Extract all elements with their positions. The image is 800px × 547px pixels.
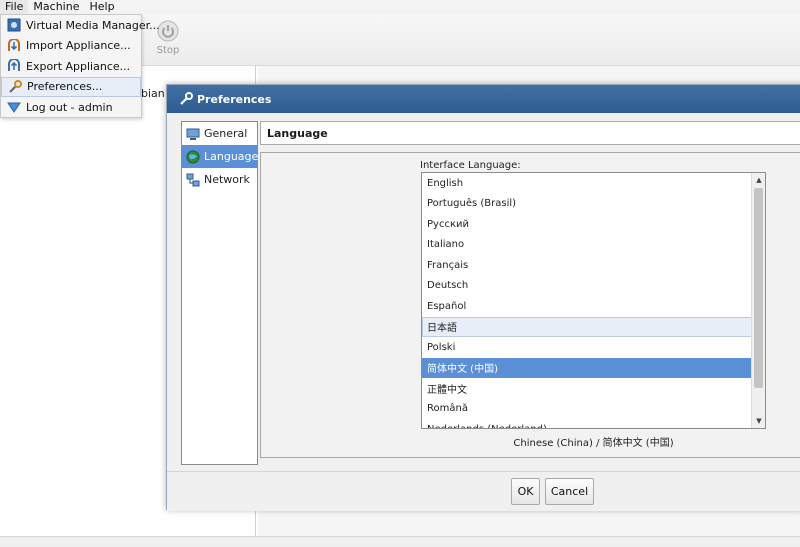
language-panel: Interface Language: English Português (B…: [260, 152, 800, 458]
nav-item-label: General: [204, 127, 248, 140]
menu-item-label: Log out - admin: [26, 100, 113, 114]
file-menu: Virtual Media Manager... Import Applianc…: [0, 14, 160, 118]
menu-item-logout[interactable]: Log out - admin: [1, 97, 141, 118]
nav-item-label: Network: [204, 173, 250, 186]
vm-list-item-label[interactable]: bian: [141, 87, 165, 100]
language-item[interactable]: English: [422, 173, 765, 194]
menu-item-label: Virtual Media Manager...: [26, 18, 160, 32]
wrench-icon: [180, 92, 193, 105]
section-title: Language: [260, 121, 800, 145]
nav-item-label: Language: [204, 150, 259, 163]
language-item[interactable]: Română: [422, 399, 765, 420]
menu-item-preferences[interactable]: Preferences...: [1, 76, 141, 97]
power-icon: [157, 20, 179, 42]
wrench-icon: [9, 79, 22, 93]
current-language-text: Chinese (China) / 简体中文 (中国): [513, 438, 674, 449]
language-item[interactable]: Italiano: [422, 235, 765, 256]
menu-file[interactable]: File: [0, 0, 29, 14]
scroll-down-arrow-icon[interactable]: ▼: [752, 414, 765, 428]
language-item[interactable]: 正體中文: [422, 378, 765, 399]
interface-language-label: Interface Language:: [420, 160, 521, 171]
dialog-title: Preferences: [197, 92, 272, 106]
language-item[interactable]: Français: [422, 255, 765, 276]
language-item[interactable]: Nederlands (Nederland): [422, 419, 765, 428]
menu-item-label: Preferences...: [27, 80, 103, 94]
preferences-dialog: Preferences General Language Network Lan…: [166, 84, 800, 511]
menubar: File Machine Help: [0, 0, 800, 14]
nav-item-network[interactable]: Network: [182, 168, 257, 191]
menu-machine[interactable]: Machine: [28, 0, 84, 14]
nav-item-general[interactable]: General: [182, 122, 257, 145]
language-item-hovered[interactable]: 日本語: [422, 316, 765, 337]
menu-item-label: Export Appliance...: [26, 59, 131, 73]
menu-item-import-appliance[interactable]: Import Appliance...: [1, 36, 141, 57]
media-manager-icon: [7, 18, 21, 32]
dialog-title-bar[interactable]: Preferences: [167, 85, 800, 113]
ok-button[interactable]: OK: [511, 478, 540, 505]
nav-item-language[interactable]: Language: [182, 145, 259, 168]
dialog-footer: OK Cancel: [167, 471, 800, 511]
status-bar: [0, 536, 800, 547]
menu-item-virtual-media-manager[interactable]: Virtual Media Manager...: [1, 15, 160, 36]
logout-icon: [7, 102, 21, 114]
cancel-button[interactable]: Cancel: [545, 478, 594, 505]
language-item-selected[interactable]: 简体中文 (中国): [422, 357, 765, 378]
language-item[interactable]: Polski: [422, 337, 765, 358]
preferences-nav: General Language Network: [181, 121, 258, 465]
language-item[interactable]: Português (Brasil): [422, 194, 765, 215]
import-icon: [8, 38, 20, 51]
language-item[interactable]: Español: [422, 296, 765, 317]
scroll-up-arrow-icon[interactable]: ▲: [752, 173, 765, 187]
stop-label: Stop: [156, 45, 180, 56]
language-item[interactable]: Русский: [422, 214, 765, 235]
export-icon: [8, 59, 20, 72]
menu-item-label: Import Appliance...: [26, 39, 131, 53]
language-list[interactable]: English Português (Brasil) Русский Itali…: [421, 172, 766, 429]
menu-help[interactable]: Help: [84, 0, 119, 14]
menu-item-export-appliance[interactable]: Export Appliance...: [1, 56, 141, 77]
language-item[interactable]: Deutsch: [422, 276, 765, 297]
scroll-thumb[interactable]: [754, 188, 763, 388]
network-icon: [186, 173, 200, 186]
monitor-icon: [186, 128, 200, 140]
language-list-scrollbar[interactable]: ▲ ▼: [751, 173, 765, 428]
globe-icon: [186, 150, 200, 163]
